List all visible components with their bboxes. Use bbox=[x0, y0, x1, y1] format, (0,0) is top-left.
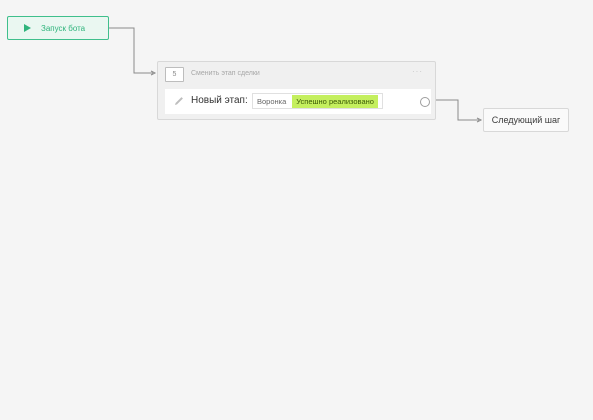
start-bot-node[interactable]: Запуск бота bbox=[7, 16, 109, 40]
connector-start-to-step bbox=[109, 27, 153, 74]
next-step-label: Следующий шаг bbox=[491, 115, 561, 125]
step-card-change-stage[interactable]: 5 Сменить этап сделки ··· Новый этап: Во… bbox=[157, 61, 436, 120]
next-step-node[interactable]: Следующий шаг bbox=[483, 108, 569, 132]
play-icon bbox=[24, 24, 31, 32]
flow-canvas[interactable]: Запуск бота 5 Сменить этап сделки ··· Но… bbox=[0, 0, 593, 420]
step-row: Новый этап: Воронка Успешно реализовано bbox=[165, 89, 431, 114]
step-title: Сменить этап сделки bbox=[191, 70, 260, 77]
new-stage-label: Новый этап: bbox=[191, 95, 248, 106]
step-header: 5 Сменить этап сделки ··· bbox=[158, 62, 435, 88]
step-number: 5 bbox=[165, 67, 184, 82]
output-port[interactable] bbox=[420, 97, 430, 107]
connector-arrowhead-next bbox=[476, 117, 483, 123]
funnel-name: Воронка bbox=[257, 96, 287, 106]
step-menu-icon[interactable]: ··· bbox=[412, 68, 423, 76]
funnel-stage-selector[interactable]: Воронка Успешно реализовано bbox=[252, 93, 383, 109]
connector-arrowhead-step bbox=[150, 70, 157, 76]
stage-badge: Успешно реализовано bbox=[292, 94, 378, 108]
pencil-icon[interactable] bbox=[173, 95, 185, 107]
start-bot-label: Запуск бота bbox=[41, 23, 86, 33]
